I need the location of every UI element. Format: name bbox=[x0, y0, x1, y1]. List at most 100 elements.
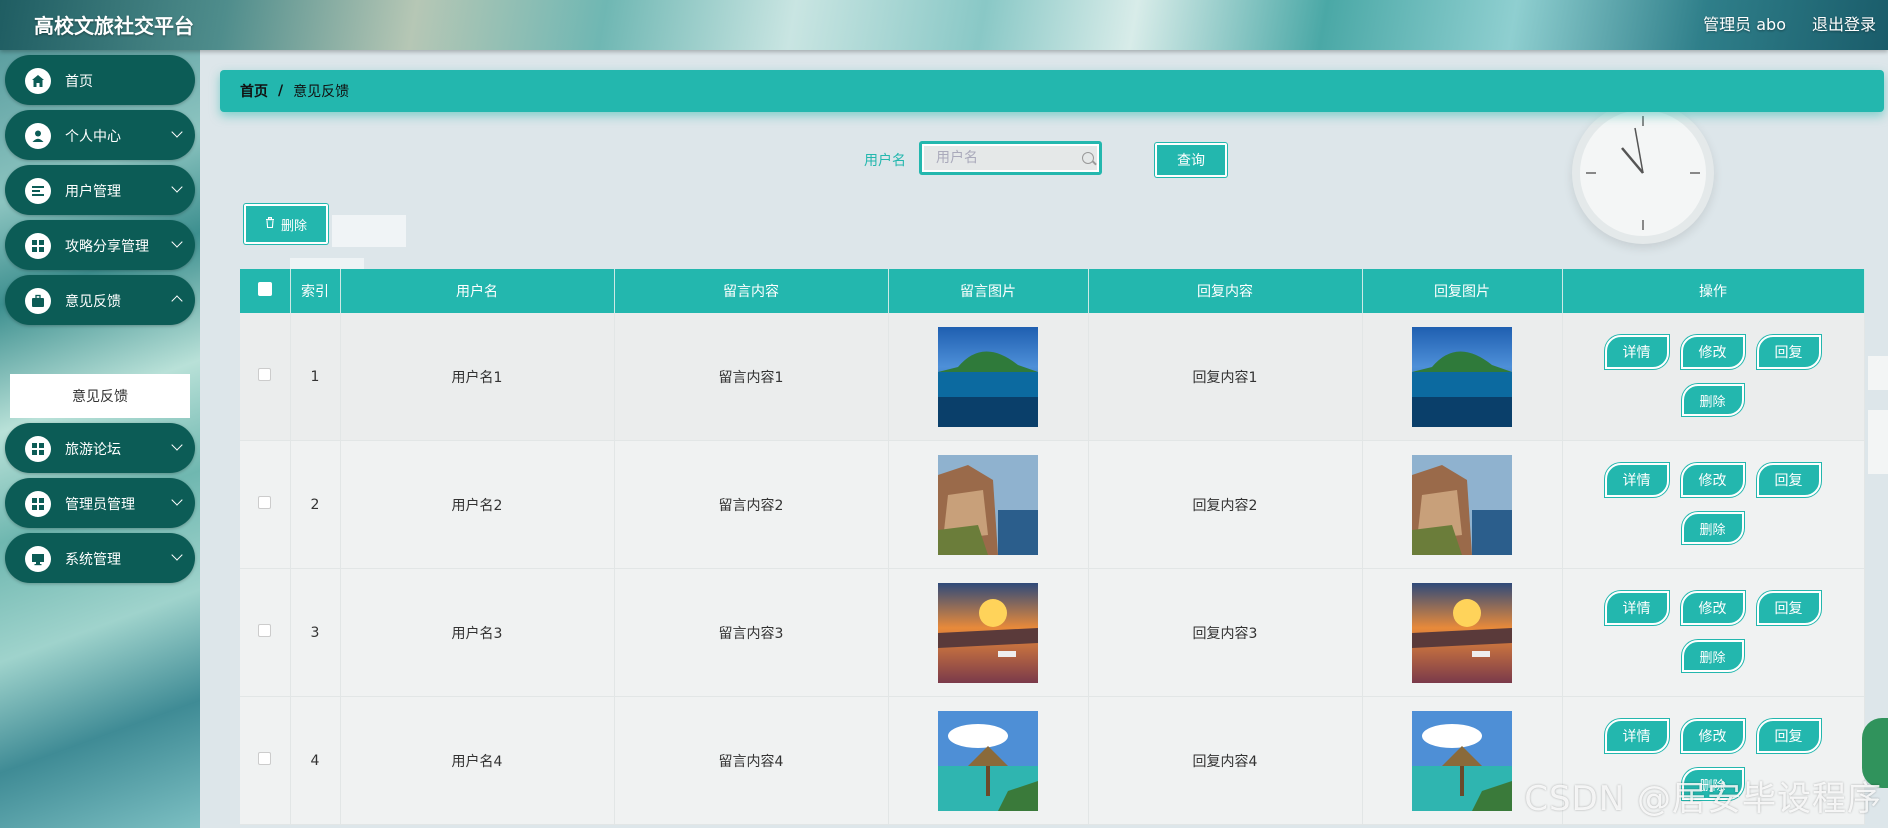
reply-image[interactable] bbox=[1412, 454, 1512, 555]
sidebar-item-label: 意见反馈 bbox=[65, 294, 121, 310]
message-image[interactable] bbox=[938, 710, 1038, 811]
column-header: 索引 bbox=[290, 269, 341, 313]
row-checkbox[interactable] bbox=[258, 368, 272, 381]
home-icon bbox=[25, 68, 51, 94]
row-checkbox[interactable] bbox=[258, 496, 272, 509]
row-username: 用户名3 bbox=[340, 568, 615, 697]
row-message: 留言内容2 bbox=[614, 440, 889, 569]
grid-icon bbox=[25, 233, 51, 259]
submenu-feedback[interactable]: 意见反馈 bbox=[10, 374, 190, 418]
detail-button[interactable]: 详情 bbox=[1604, 335, 1669, 369]
breadcrumb: 首页 / 意见反馈 bbox=[220, 70, 1884, 112]
reply-button[interactable]: 回复 bbox=[1756, 335, 1821, 369]
logout-link[interactable]: 退出登录 bbox=[1812, 11, 1876, 35]
column-header: 回复内容 bbox=[1088, 269, 1363, 313]
chevron-down-icon bbox=[171, 494, 183, 506]
edit-button[interactable]: 修改 bbox=[1680, 591, 1745, 625]
delete-button[interactable]: 删除 bbox=[1681, 512, 1744, 544]
reply-button[interactable]: 回复 bbox=[1756, 591, 1821, 625]
sidebar-item-label: 管理员管理 bbox=[65, 497, 135, 513]
sidebar-item-label: 个人中心 bbox=[65, 129, 121, 145]
row-index: 3 bbox=[290, 568, 341, 697]
detail-button[interactable]: 详情 bbox=[1604, 463, 1669, 497]
sidebar-item-label: 旅游论坛 bbox=[65, 442, 121, 458]
row-username: 用户名4 bbox=[340, 696, 615, 825]
column-header: 用户名 bbox=[340, 269, 615, 313]
sidebar: 首页 个人中心 用户管理 攻略分享管理 意见反馈 意见反馈 旅游论坛 管理员管理… bbox=[0, 50, 200, 828]
row-checkbox[interactable] bbox=[258, 624, 272, 637]
user-icon bbox=[25, 123, 51, 149]
edit-button[interactable]: 修改 bbox=[1680, 719, 1745, 753]
sidebar-item-feedback[interactable]: 意见反馈 bbox=[5, 275, 195, 325]
grid-icon bbox=[25, 491, 51, 517]
reply-button[interactable]: 回复 bbox=[1756, 719, 1821, 753]
list-icon bbox=[25, 178, 51, 204]
query-button[interactable]: 查询 bbox=[1155, 143, 1227, 177]
row-index: 1 bbox=[290, 313, 341, 441]
search-input[interactable] bbox=[919, 141, 1102, 175]
watermark: CSDN @居安毕设程序 bbox=[1524, 779, 1882, 819]
sidebar-item-label: 用户管理 bbox=[65, 184, 121, 200]
table-row: 2 用户名2 留言内容2 回复内容2 详情 修改 回复 删除 bbox=[240, 440, 1865, 569]
feedback-table: 索引 用户名 留言内容 留言图片 回复内容 回复图片 操作 1 用户名1 留言内… bbox=[240, 269, 1865, 825]
detail-button[interactable]: 详情 bbox=[1604, 719, 1669, 753]
sidebar-item-label: 攻略分享管理 bbox=[65, 239, 149, 255]
breadcrumb-current: 意见反馈 bbox=[293, 84, 350, 100]
chevron-down-icon bbox=[171, 126, 183, 138]
sidebar-item-forum[interactable]: 旅游论坛 bbox=[5, 423, 195, 473]
message-image[interactable] bbox=[938, 454, 1038, 555]
trash-icon bbox=[265, 216, 275, 232]
chevron-down-icon bbox=[171, 236, 183, 248]
row-username: 用户名1 bbox=[340, 313, 615, 441]
reply-image[interactable] bbox=[1412, 326, 1512, 427]
edit-button[interactable]: 修改 bbox=[1680, 335, 1745, 369]
reply-button[interactable]: 回复 bbox=[1756, 463, 1821, 497]
monitor-icon bbox=[25, 546, 51, 572]
column-header: 操作 bbox=[1562, 269, 1865, 313]
table-header-row: 索引 用户名 留言内容 留言图片 回复内容 回复图片 操作 bbox=[240, 269, 1865, 313]
sidebar-item-guides[interactable]: 攻略分享管理 bbox=[5, 220, 195, 270]
column-header: 留言图片 bbox=[888, 269, 1089, 313]
message-image[interactable] bbox=[938, 326, 1038, 427]
chevron-down-icon bbox=[171, 439, 183, 451]
batch-delete-button[interactable]: 删除 bbox=[244, 204, 328, 244]
reply-image[interactable] bbox=[1412, 710, 1512, 811]
delete-button[interactable]: 删除 bbox=[1681, 640, 1744, 672]
row-checkbox[interactable] bbox=[258, 752, 272, 765]
column-header: 留言内容 bbox=[614, 269, 889, 313]
row-message: 留言内容1 bbox=[614, 313, 889, 441]
select-all-checkbox[interactable] bbox=[257, 282, 272, 296]
breadcrumb-home[interactable]: 首页 bbox=[240, 81, 268, 101]
sidebar-item-home[interactable]: 首页 bbox=[5, 55, 195, 105]
column-header: 回复图片 bbox=[1362, 269, 1563, 313]
toolbar-placeholder bbox=[332, 215, 406, 247]
sidebar-item-users[interactable]: 用户管理 bbox=[5, 165, 195, 215]
sidebar-item-profile[interactable]: 个人中心 bbox=[5, 110, 195, 160]
chevron-up-icon bbox=[171, 295, 183, 307]
sidebar-item-admins[interactable]: 管理员管理 bbox=[5, 478, 195, 528]
sidebar-item-system[interactable]: 系统管理 bbox=[5, 533, 195, 583]
row-reply: 回复内容1 bbox=[1088, 313, 1363, 441]
chevron-down-icon bbox=[171, 181, 183, 193]
row-reply: 回复内容4 bbox=[1088, 696, 1363, 825]
side-scroll-handle[interactable] bbox=[1868, 410, 1888, 474]
sidebar-item-label: 系统管理 bbox=[65, 552, 121, 568]
row-message: 留言内容4 bbox=[614, 696, 889, 825]
side-scroll-handle[interactable] bbox=[1868, 356, 1888, 390]
detail-button[interactable]: 详情 bbox=[1604, 591, 1669, 625]
clock-decoration bbox=[1572, 102, 1714, 244]
table-row: 1 用户名1 留言内容1 回复内容1 详情 修改 回复 删除 bbox=[240, 313, 1865, 441]
admin-label: 管理员 abo bbox=[1703, 15, 1786, 34]
reply-image[interactable] bbox=[1412, 582, 1512, 683]
breadcrumb-separator: / bbox=[278, 83, 284, 99]
edit-button[interactable]: 修改 bbox=[1680, 463, 1745, 497]
row-username: 用户名2 bbox=[340, 440, 615, 569]
search-icon bbox=[1082, 152, 1094, 164]
main-content: 首页 / 意见反馈 用户名 查询 删除 索引 用户名 留言内容 留言图片 bbox=[200, 50, 1888, 828]
batch-delete-label: 删除 bbox=[280, 218, 307, 234]
row-message: 留言内容3 bbox=[614, 568, 889, 697]
select-all-cell[interactable] bbox=[240, 269, 291, 313]
row-index: 4 bbox=[290, 696, 341, 825]
delete-button[interactable]: 删除 bbox=[1681, 384, 1744, 416]
message-image[interactable] bbox=[938, 582, 1038, 683]
